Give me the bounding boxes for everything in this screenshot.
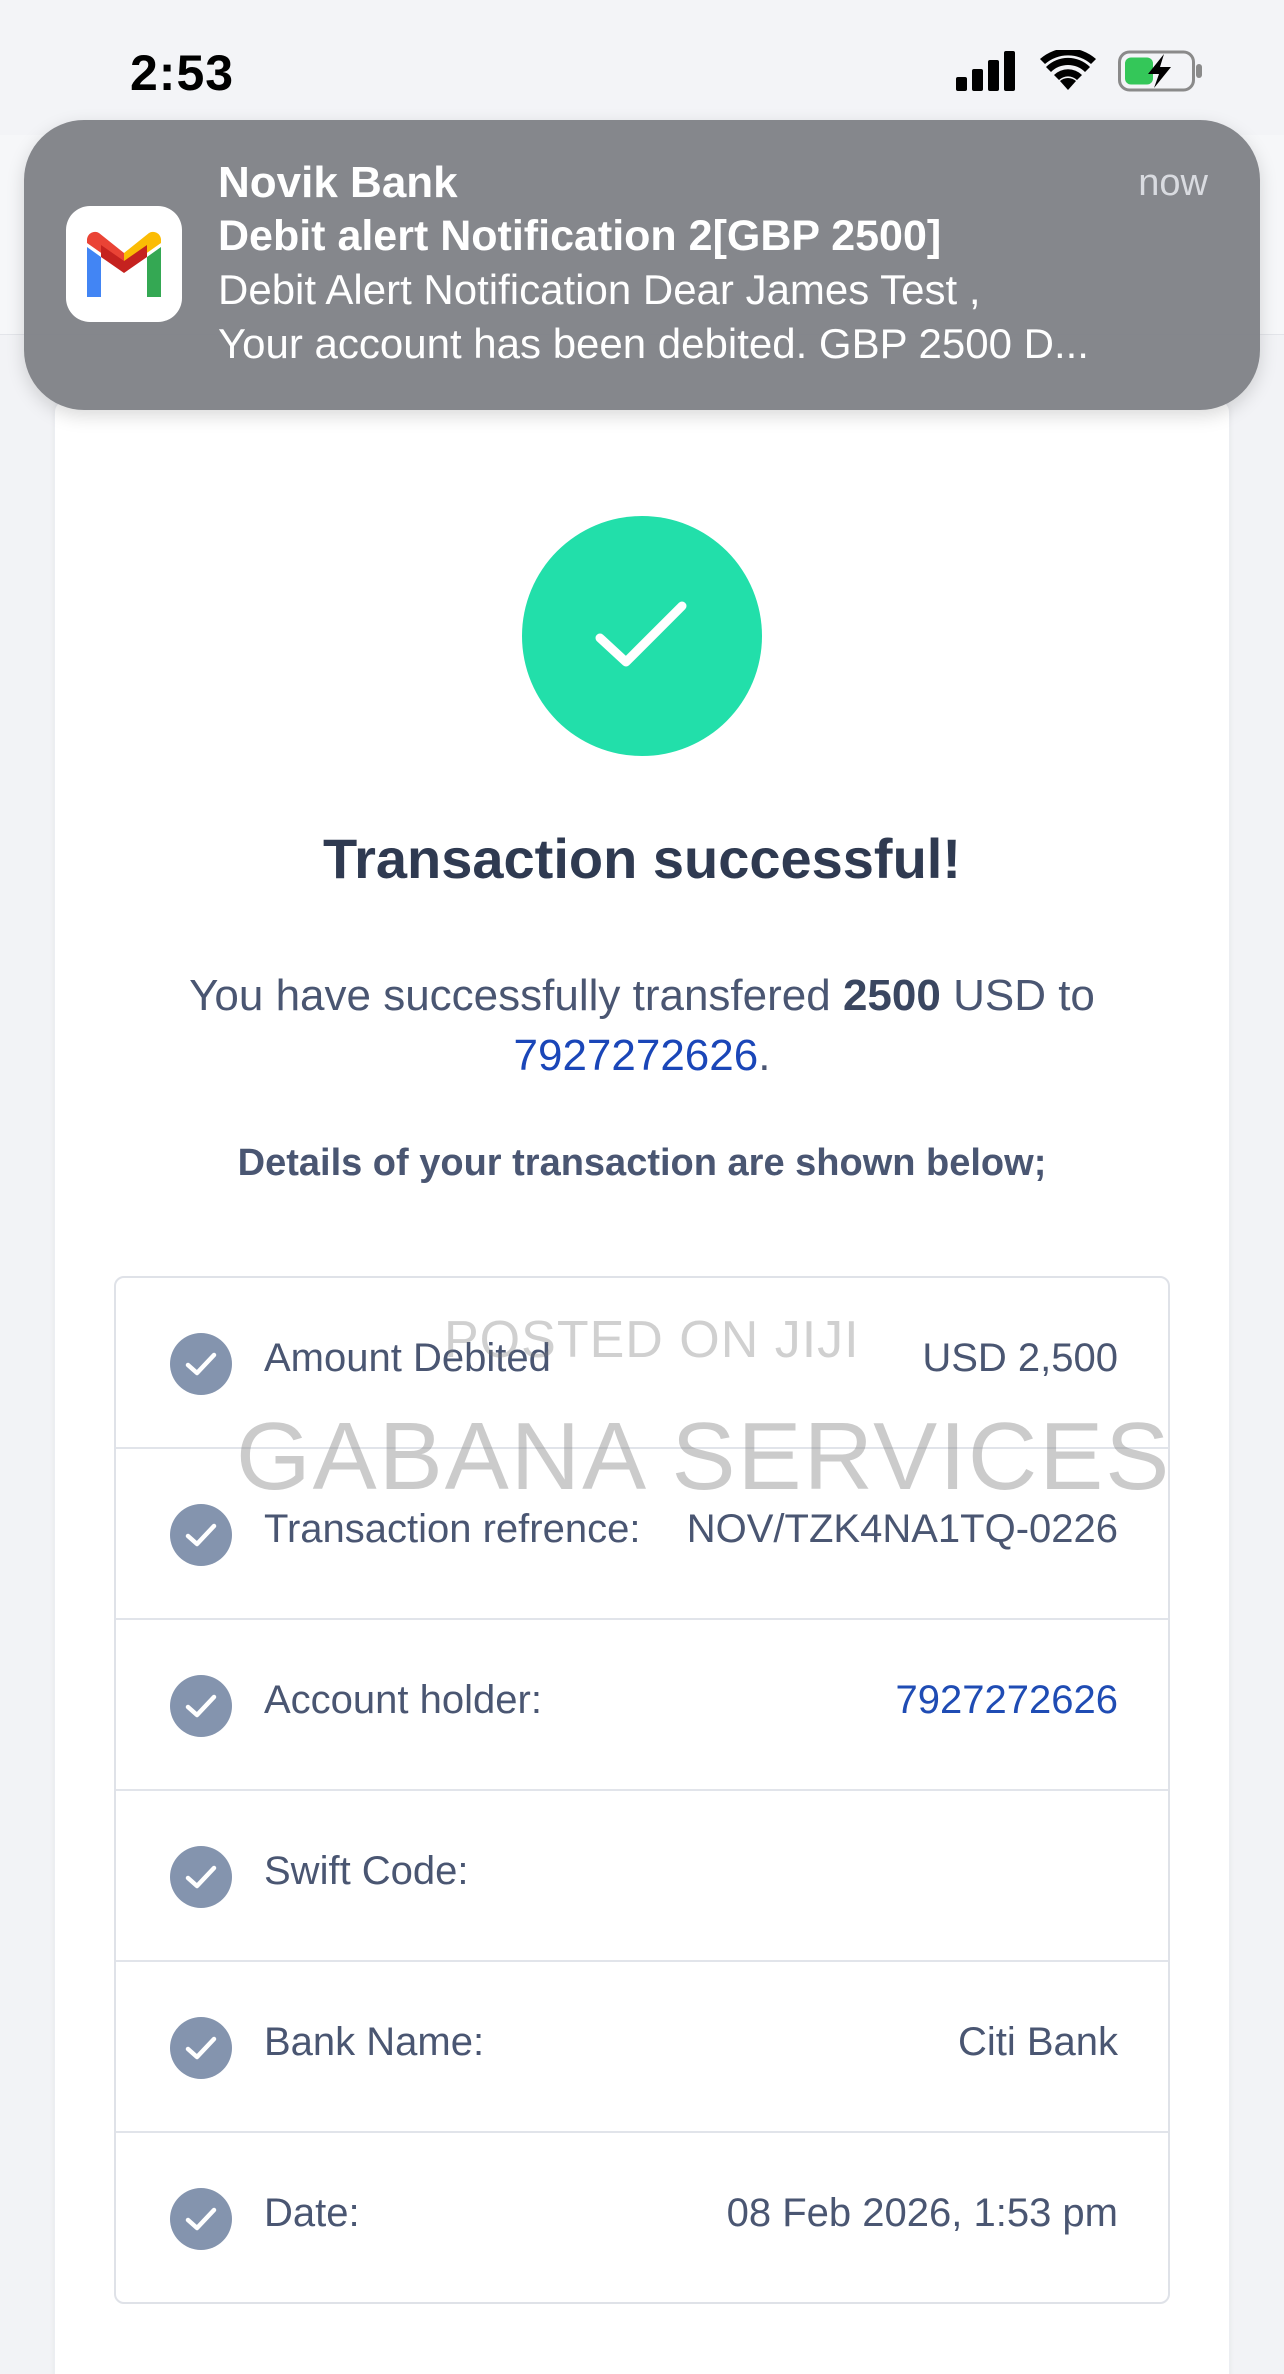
success-msg-amount: 2500: [842, 971, 941, 1020]
status-icons: [956, 50, 1204, 92]
detail-label: Date:: [264, 2191, 360, 2235]
detail-value-link[interactable]: 7927272626: [896, 1678, 1118, 1723]
detail-label: Transaction refrence:: [264, 1507, 641, 1551]
status-time: 2:53: [130, 45, 235, 101]
notification-banner[interactable]: Novik Bank now Debit alert Notification …: [24, 120, 1260, 410]
check-circle-icon: [170, 1504, 232, 1566]
detail-row-account-holder: Account holder: 7927272626: [116, 1620, 1168, 1791]
notification-title: Debit alert Notification 2[GBP 2500]: [218, 212, 942, 260]
detail-label: Bank Name:: [264, 2020, 485, 2064]
detail-value: 08 Feb 2026, 1:53 pm: [726, 2191, 1118, 2235]
detail-label: Account holder:: [264, 1678, 542, 1722]
checkmark-icon: [595, 601, 687, 667]
detail-row-date: Date: 08 Feb 2026, 1:53 pm: [116, 2133, 1168, 2304]
success-circle: [522, 516, 762, 756]
notification-body-line2: Your account has been debited. GBP 2500 …: [218, 320, 1089, 367]
success-title: Transaction successful!: [322, 827, 961, 890]
success-msg-prefix: You have successfully transfered: [189, 971, 843, 1020]
detail-row-swift: Swift Code:: [116, 1791, 1168, 1962]
wifi-icon: [1040, 50, 1096, 90]
check-circle-icon: [170, 2188, 232, 2250]
watermark-gabana: GABANA SERVICES: [236, 1403, 1172, 1510]
battery-charging-icon: [1118, 50, 1202, 92]
cellular-signal-icon: [956, 51, 1015, 91]
detail-value: NOV/TZK4NA1TQ-0226: [686, 1507, 1118, 1551]
check-circle-icon: [170, 1675, 232, 1737]
watermark-posted: POSTED ON JIJI: [444, 1311, 860, 1369]
notification-app-name: Novik Bank: [218, 158, 458, 207]
success-msg-account[interactable]: 7927272626: [514, 1031, 759, 1080]
gmail-icon: [66, 206, 182, 322]
success-msg-currency: USD to: [940, 971, 1095, 1020]
check-circle-icon: [170, 1333, 232, 1395]
check-circle-icon: [170, 2017, 232, 2079]
details-heading: Details of your transaction are shown be…: [237, 1142, 1047, 1184]
notification-body-line1: Debit Alert Notification Dear James Test…: [218, 266, 981, 313]
detail-label: Swift Code:: [264, 1849, 469, 1893]
success-msg-suffix: .: [758, 1031, 771, 1080]
status-bar: 2:53: [0, 0, 1284, 135]
success-message: You have successfully transfered 2500 US…: [130, 966, 1154, 1086]
detail-row-bank-name: Bank Name: Citi Bank: [116, 1962, 1168, 2133]
notification-time: now: [1138, 162, 1208, 204]
detail-value: Citi Bank: [957, 2020, 1118, 2064]
check-circle-icon: [170, 1846, 232, 1908]
detail-value: USD 2,500: [922, 1336, 1118, 1380]
